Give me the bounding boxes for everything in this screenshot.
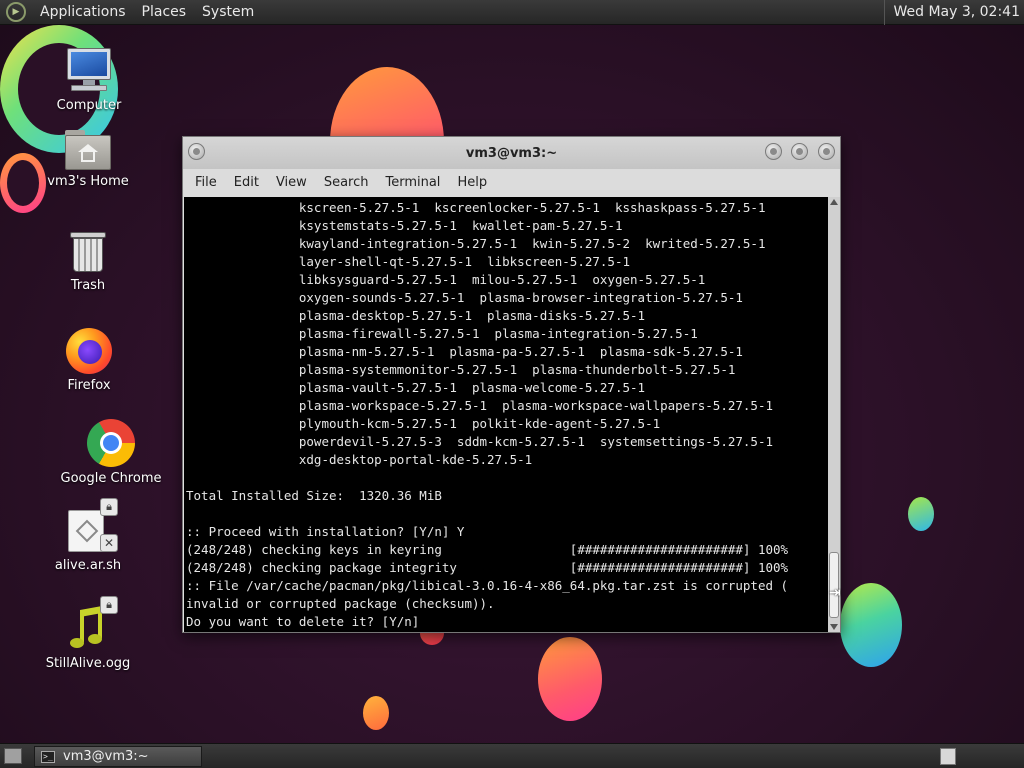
decorative-orange-blob-tiny	[363, 696, 389, 730]
home-folder-icon	[65, 130, 111, 170]
desktop-icon-label: Computer	[56, 98, 122, 113]
terminal-line: plasma-firewall-5.27.5-1 plasma-integrat…	[186, 326, 698, 341]
terminal-scrollbar[interactable]	[828, 197, 840, 632]
terminal-text: kscreen-5.27.5-1 kscreenlocker-5.27.5-1 …	[186, 199, 826, 631]
menu-terminal[interactable]: Terminal	[377, 169, 448, 197]
decorative-orange-blob-bottom	[538, 637, 602, 721]
scroll-down-arrow-icon[interactable]	[830, 624, 838, 630]
menu-view[interactable]: View	[268, 169, 315, 197]
terminal-menubar: File Edit View Search Terminal Help	[183, 169, 840, 197]
script-file-icon: 🔒︎ ✕	[66, 498, 118, 554]
terminal-line: Total Installed Size: 1320.36 MiB	[186, 488, 442, 503]
firefox-icon	[66, 328, 112, 374]
terminal-line: plymouth-kcm-5.27.5-1 polkit-kde-agent-5…	[186, 416, 661, 431]
desktop-icon-home[interactable]: vm3's Home	[33, 130, 143, 189]
menu-system[interactable]: System	[194, 0, 262, 25]
terminal-line: invalid or corrupted package (checksum))…	[186, 596, 495, 611]
terminal-window[interactable]: vm3@vm3:~ File Edit View Search Terminal…	[182, 136, 841, 633]
desktop-icon-audio[interactable]: 🔒︎ StillAlive.ogg	[33, 596, 143, 671]
lock-icon: 🔒︎	[100, 596, 118, 614]
desktop-icon-chrome[interactable]: Google Chrome	[56, 419, 166, 486]
bottom-panel: >_ vm3@vm3:~	[0, 743, 1024, 768]
terminal-line: :: Proceed with installation? [Y/n] Y	[186, 524, 465, 539]
desktop-icon-trash[interactable]: Trash	[33, 230, 143, 293]
menu-search[interactable]: Search	[316, 169, 377, 197]
terminal-titlebar[interactable]: vm3@vm3:~	[183, 137, 840, 169]
terminal-line: layer-shell-qt-5.27.5-1 libkscreen-5.27.…	[186, 254, 631, 269]
terminal-line: libksysguard-5.27.5-1 milou-5.27.5-1 oxy…	[186, 272, 706, 287]
workspace-switcher[interactable]	[940, 748, 956, 765]
terminal-line: plasma-workspace-5.27.5-1 plasma-workspa…	[186, 398, 773, 413]
desktop-icon-label: Trash	[70, 278, 106, 293]
lock-icon: 🔒︎	[100, 498, 118, 516]
terminal-line: oxygen-sounds-5.27.5-1 plasma-browser-in…	[186, 290, 743, 305]
resize-cursor-icon: ⇥	[829, 585, 841, 601]
desktop-icon-label: alive.ar.sh	[54, 558, 122, 573]
terminal-line: plasma-desktop-5.27.5-1 plasma-disks-5.2…	[186, 308, 646, 323]
menu-file[interactable]: File	[187, 169, 225, 197]
terminal-line: kwayland-integration-5.27.5-1 kwin-5.27.…	[186, 236, 766, 251]
terminal-line: :: File /var/cache/pacman/pkg/libical-3.…	[186, 578, 789, 593]
menu-help[interactable]: Help	[449, 169, 495, 197]
terminal-line: Do you want to delete it? [Y/n]	[186, 614, 420, 629]
menu-edit[interactable]: Edit	[226, 169, 267, 197]
show-desktop-button[interactable]	[4, 748, 22, 764]
decorative-blue-blob-small	[908, 497, 934, 531]
maximize-button[interactable]	[791, 143, 808, 160]
terminal-output[interactable]: kscreen-5.27.5-1 kscreenlocker-5.27.5-1 …	[184, 197, 828, 632]
mate-logo-icon[interactable]: ▶	[6, 2, 26, 22]
desktop-icon-computer[interactable]: Computer	[34, 46, 144, 113]
close-button[interactable]	[818, 143, 835, 160]
desktop-icon-script[interactable]: 🔒︎ ✕ alive.ar.sh	[33, 498, 143, 573]
terminal-line: (248/248) checking package integrity [##…	[186, 560, 789, 575]
audio-file-icon: 🔒︎	[66, 596, 118, 652]
not-executable-icon: ✕	[100, 534, 118, 552]
desktop-icon-label: Firefox	[67, 378, 111, 393]
taskbar-item-terminal[interactable]: >_ vm3@vm3:~	[34, 746, 202, 767]
terminal-line: ksystemstats-5.27.5-1 kwallet-pam-5.27.5…	[186, 218, 623, 233]
desktop-icon-firefox[interactable]: Firefox	[34, 328, 144, 393]
terminal-icon: >_	[41, 750, 55, 763]
terminal-line: powerdevil-5.27.5-3 sddm-kcm-5.27.5-1 sy…	[186, 434, 773, 449]
panel-clock[interactable]: Wed May 3, 02:41	[884, 0, 1024, 25]
terminal-line: plasma-nm-5.27.5-1 plasma-pa-5.27.5-1 pl…	[186, 344, 743, 359]
taskbar-item-label: vm3@vm3:~	[63, 749, 149, 764]
menu-places[interactable]: Places	[134, 0, 195, 25]
desktop-icon-label: StillAlive.ogg	[45, 656, 131, 671]
decorative-blue-blob	[840, 583, 902, 667]
terminal-line: xdg-desktop-portal-kde-5.27.5-1	[186, 452, 533, 467]
terminal-line: kscreen-5.27.5-1 kscreenlocker-5.27.5-1 …	[186, 200, 766, 215]
desktop-icon-label: vm3's Home	[47, 174, 129, 189]
terminal-line: (248/248) checking keys in keyring [####…	[186, 542, 789, 557]
desktop-icon-label: Google Chrome	[60, 471, 162, 486]
top-panel: ▶ Applications Places System Wed May 3, …	[0, 0, 1024, 25]
minimize-button[interactable]	[765, 143, 782, 160]
terminal-line: plasma-systemmonitor-5.27.5-1 plasma-thu…	[186, 362, 736, 377]
trash-icon	[70, 230, 106, 274]
terminal-line: plasma-vault-5.27.5-1 plasma-welcome-5.2…	[186, 380, 646, 395]
menu-applications[interactable]: Applications	[32, 0, 134, 25]
window-menu-button[interactable]	[188, 143, 205, 160]
window-title: vm3@vm3:~	[465, 145, 558, 161]
scroll-up-arrow-icon[interactable]	[830, 199, 838, 205]
computer-icon	[65, 46, 113, 94]
chrome-icon	[87, 419, 135, 467]
